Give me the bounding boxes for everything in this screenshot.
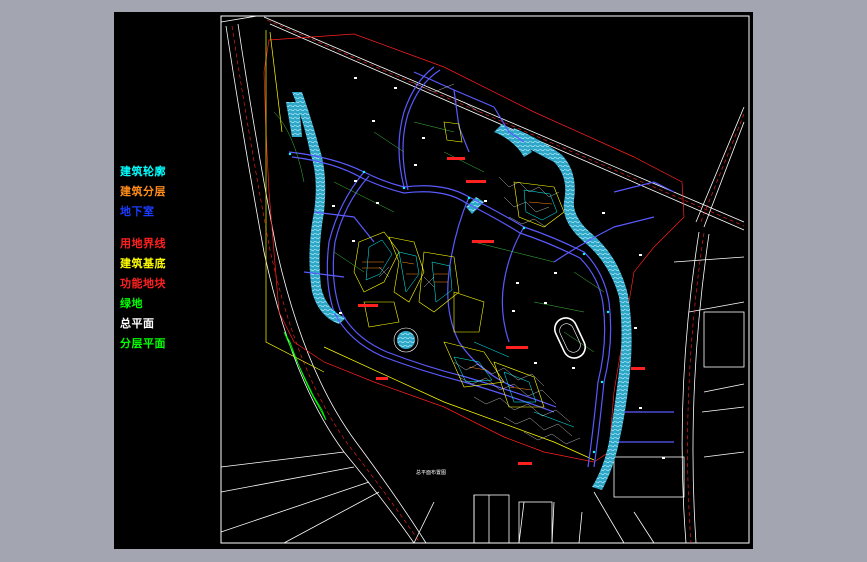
- plan-title: 总平面布置图: [416, 469, 446, 476]
- cad-viewer: 建筑轮廓 建筑分层 地下室 用地界线 建筑基底 功能地块 绿地 总平面 分层平面: [0, 0, 867, 562]
- sports-track: [553, 317, 587, 359]
- building-outlines: [365, 189, 575, 428]
- site-plan-drawing: 总平面布置图: [220, 15, 750, 544]
- drawing-canvas[interactable]: 建筑轮廓 建筑分层 地下室 用地界线 建筑基底 功能地块 绿地 总平面 分层平面: [114, 12, 753, 549]
- road-markers: [288, 152, 610, 454]
- road-centerlines: [231, 19, 745, 544]
- function-plot-labels: [358, 157, 645, 465]
